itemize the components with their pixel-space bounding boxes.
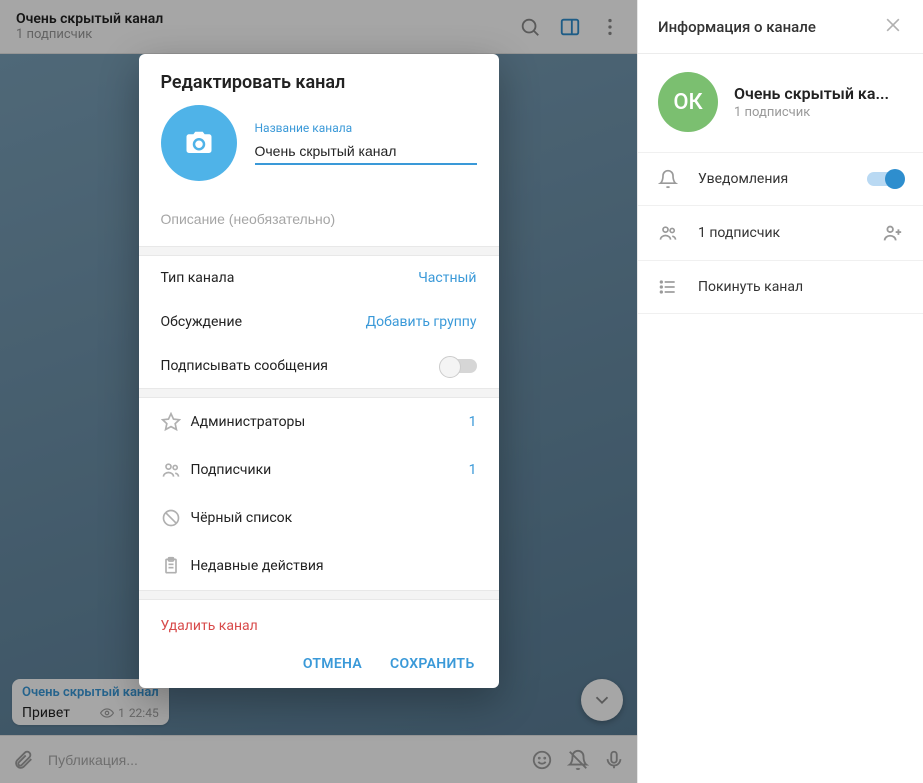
info-panel-title: Информация о канале [658,18,883,36]
save-button[interactable]: СОХРАНИТЬ [390,656,474,672]
modal-overlay[interactable]: Редактировать канал Название канала Тип … [0,0,637,783]
divider [139,590,499,600]
modal-title: Редактировать канал [139,54,499,105]
camera-icon [184,128,214,158]
people-icon [161,460,191,480]
admins-row[interactable]: Администраторы 1 [139,398,499,446]
edit-channel-modal: Редактировать канал Название канала Тип … [139,54,499,688]
people-icon [658,223,686,243]
notifications-row[interactable]: Уведомления [638,153,923,206]
cancel-button[interactable]: ОТМЕНА [303,656,362,672]
channel-profile[interactable]: ОК Очень скрытый ка... 1 подписчик [638,54,923,153]
name-field-label: Название канала [255,121,477,135]
info-panel: Информация о канале ОК Очень скрытый ка.… [637,0,923,783]
add-subscriber-icon[interactable] [881,222,903,244]
avatar: ОК [658,72,718,132]
channel-name: Очень скрытый ка... [734,84,889,103]
divider [139,246,499,256]
list-icon [658,277,686,297]
subscribers-info-row[interactable]: 1 подписчик [638,206,923,261]
sign-messages-row[interactable]: Подписывать сообщения [139,344,499,388]
notifications-toggle[interactable] [867,172,903,186]
discussion-row[interactable]: Обсуждение Добавить группу [139,300,499,344]
blacklist-row[interactable]: Чёрный список [139,494,499,542]
delete-channel-button[interactable]: Удалить канал [139,600,499,642]
channel-subscribers: 1 подписчик [734,105,889,120]
close-icon[interactable] [883,15,903,39]
channel-description-input[interactable] [161,211,477,227]
channel-type-row[interactable]: Тип канала Частный [139,256,499,300]
leave-channel-row[interactable]: Покинуть канал [638,261,923,314]
channel-name-input[interactable] [255,139,477,165]
bell-icon [658,169,686,189]
star-icon [161,412,191,432]
clipboard-icon [161,556,191,576]
subscribers-row[interactable]: Подписчики 1 [139,446,499,494]
channel-photo-button[interactable] [161,105,237,181]
sign-messages-toggle[interactable] [441,359,477,373]
divider [139,388,499,398]
recent-actions-row[interactable]: Недавные действия [139,542,499,590]
block-icon [161,508,191,528]
